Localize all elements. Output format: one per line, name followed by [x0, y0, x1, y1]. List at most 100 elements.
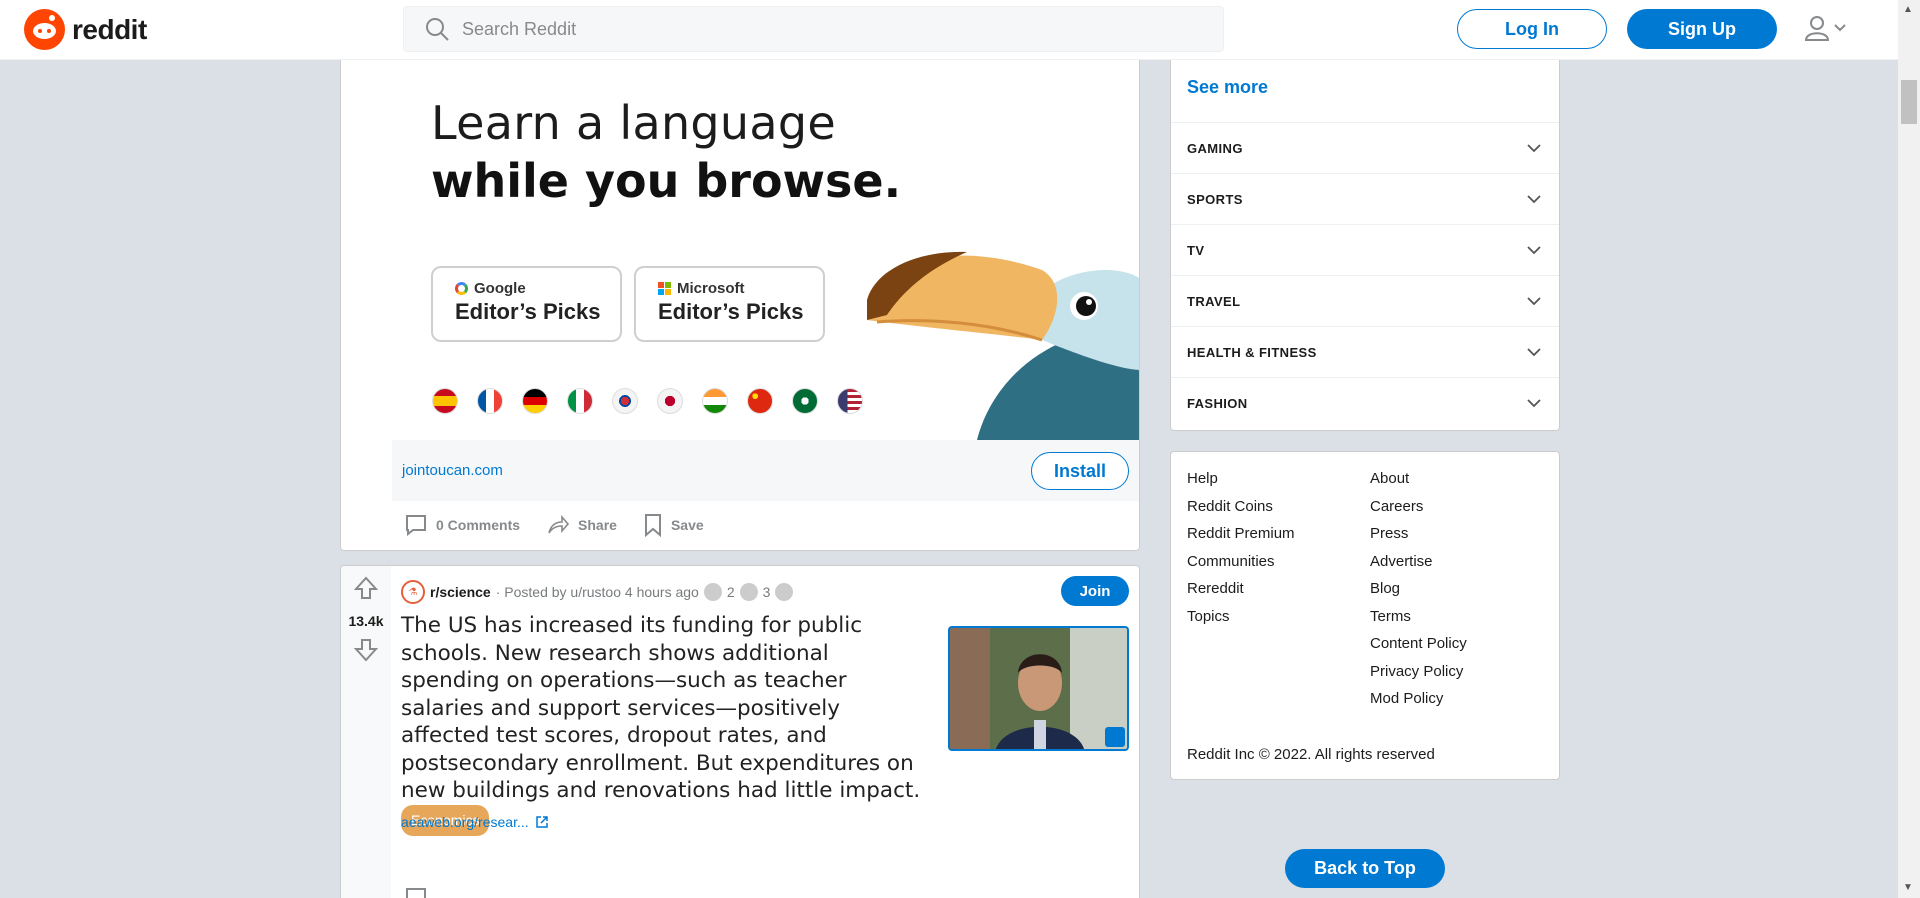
login-button[interactable]: Log In — [1457, 9, 1607, 49]
footer-link-blog[interactable]: Blog — [1370, 580, 1467, 598]
reddit-logo[interactable]: reddit — [24, 9, 147, 50]
chevron-down-icon — [1527, 297, 1541, 306]
share-icon — [548, 514, 570, 534]
award-count: 2 — [726, 584, 735, 600]
chevron-down-icon — [1527, 399, 1541, 408]
language-flags — [432, 388, 863, 414]
vote-count: 13.4k — [348, 613, 384, 629]
search-icon — [426, 18, 449, 41]
search-input[interactable] — [462, 18, 1182, 40]
top-header: reddit Log In Sign Up — [0, 0, 1898, 60]
usa-flag-icon — [837, 388, 863, 414]
chevron-down-icon — [1527, 195, 1541, 204]
back-to-top-button[interactable]: Back to Top — [1285, 849, 1445, 888]
ad-headline-line1: Learn a language — [431, 96, 836, 150]
toucan-illustration — [867, 251, 1139, 440]
scroll-down-arrow-icon[interactable]: ▼ — [1903, 882, 1913, 893]
chevron-down-icon — [1527, 144, 1541, 153]
post-title[interactable]: The US has increased its funding for pub… — [401, 612, 921, 836]
footer-link-mod-policy[interactable]: Mod Policy — [1370, 690, 1467, 708]
install-button[interactable]: Install — [1031, 452, 1129, 490]
arabic-flag-icon — [792, 388, 818, 414]
footer-links-right: About Careers Press Advertise Blog Terms… — [1370, 470, 1467, 708]
ad-action-bar: 0 Comments Share Save — [404, 513, 704, 537]
award-icon[interactable] — [739, 583, 758, 601]
footer-link-reddit-premium[interactable]: Reddit Premium — [1187, 525, 1295, 543]
chevron-down-icon — [1527, 348, 1541, 357]
comments-button[interactable]: 0 Comments — [404, 513, 520, 537]
scroll-up-arrow-icon[interactable]: ▲ — [1903, 4, 1913, 15]
spain-flag-icon — [432, 388, 458, 414]
reddit-snoo-icon — [24, 9, 65, 50]
footer-link-careers[interactable]: Careers — [1370, 498, 1467, 516]
ad-domain-link[interactable]: jointoucan.com — [402, 462, 503, 479]
person-photo — [950, 628, 1127, 749]
microsoft-icon — [658, 282, 671, 295]
scrollbar-thumb[interactable] — [1901, 80, 1917, 124]
share-button[interactable]: Share — [546, 513, 617, 537]
footer-link-rereddit[interactable]: Rereddit — [1187, 580, 1295, 598]
topic-gaming[interactable]: GAMING — [1171, 122, 1559, 173]
google-editors-picks-badge: Google Editor’s Picks — [431, 266, 622, 342]
post-external-link[interactable]: aeaweb.org/resear... — [401, 814, 549, 830]
china-flag-icon — [747, 388, 773, 414]
external-link-icon — [1105, 727, 1125, 747]
comment-icon[interactable] — [404, 886, 428, 898]
footer-links-left: Help Reddit Coins Reddit Premium Communi… — [1187, 470, 1295, 625]
comment-icon — [406, 515, 426, 537]
topic-health-fitness[interactable]: HEALTH & FITNESS — [1171, 326, 1559, 377]
korea-flag-icon — [612, 388, 638, 414]
promoted-post-card: Learn a language while you browse. Googl… — [340, 60, 1140, 551]
ad-headline-line2: while you browse. — [431, 154, 902, 208]
copyright-text: Reddit Inc © 2022. All rights reserved — [1187, 746, 1435, 763]
award-count: 3 — [762, 584, 771, 600]
posted-by: · Posted by u/rustoo 4 hours ago — [495, 584, 699, 600]
post-meta: ⚗ r/science · Posted by u/rustoo 4 hours… — [401, 580, 794, 604]
signup-button[interactable]: Sign Up — [1627, 9, 1777, 49]
logo-wordmark: reddit — [72, 13, 147, 45]
footer-link-privacy-policy[interactable]: Privacy Policy — [1370, 663, 1467, 681]
silver-award-icon[interactable] — [775, 583, 794, 601]
save-button[interactable]: Save — [643, 513, 704, 537]
page-scrollbar[interactable]: ▲ ▼ — [1898, 0, 1920, 898]
award-icon[interactable] — [703, 583, 722, 601]
post-card[interactable]: 13.4k ⚗ r/science · Posted by u/rustoo 4… — [340, 565, 1140, 898]
italy-flag-icon — [567, 388, 593, 414]
search-bar[interactable] — [403, 6, 1224, 52]
footer-link-about[interactable]: About — [1370, 470, 1467, 488]
see-more-link[interactable]: See more — [1187, 77, 1268, 98]
germany-flag-icon — [522, 388, 548, 414]
post-action-bar — [404, 886, 428, 898]
japan-flag-icon — [657, 388, 683, 414]
ad-image[interactable]: Learn a language while you browse. Googl… — [392, 60, 1139, 440]
topic-travel[interactable]: TRAVEL — [1171, 275, 1559, 326]
footer-link-reddit-coins[interactable]: Reddit Coins — [1187, 498, 1295, 516]
post-thumbnail[interactable] — [948, 626, 1129, 751]
footer-link-topics[interactable]: Topics — [1187, 608, 1295, 626]
footer-link-communities[interactable]: Communities — [1187, 553, 1295, 571]
footer-link-help[interactable]: Help — [1187, 470, 1295, 488]
chevron-down-icon — [1834, 24, 1846, 32]
topic-fashion[interactable]: FASHION — [1171, 377, 1559, 428]
footer-link-content-policy[interactable]: Content Policy — [1370, 635, 1467, 653]
ad-footer: jointoucan.com Install — [392, 440, 1139, 501]
join-button[interactable]: Join — [1061, 576, 1129, 606]
microsoft-editors-picks-badge: Microsoft Editor’s Picks — [634, 266, 825, 342]
subreddit-link[interactable]: r/science — [430, 584, 491, 600]
footer-link-terms[interactable]: Terms — [1370, 608, 1467, 626]
user-menu-button[interactable] — [1803, 14, 1847, 42]
france-flag-icon — [477, 388, 503, 414]
topics-card: See more GAMING SPORTS TV TRAVEL HEALTH … — [1170, 60, 1560, 431]
subreddit-icon[interactable]: ⚗ — [401, 580, 425, 604]
upvote-icon[interactable] — [354, 576, 378, 600]
topic-tv[interactable]: TV — [1171, 224, 1559, 275]
topic-sports[interactable]: SPORTS — [1171, 173, 1559, 224]
footer-links-card: Help Reddit Coins Reddit Premium Communi… — [1170, 451, 1560, 780]
vote-column: 13.4k — [341, 566, 391, 898]
footer-link-advertise[interactable]: Advertise — [1370, 553, 1467, 571]
downvote-icon[interactable] — [354, 638, 378, 662]
external-link-icon — [535, 816, 548, 828]
footer-link-press[interactable]: Press — [1370, 525, 1467, 543]
india-flag-icon — [702, 388, 728, 414]
user-icon — [1804, 16, 1830, 41]
